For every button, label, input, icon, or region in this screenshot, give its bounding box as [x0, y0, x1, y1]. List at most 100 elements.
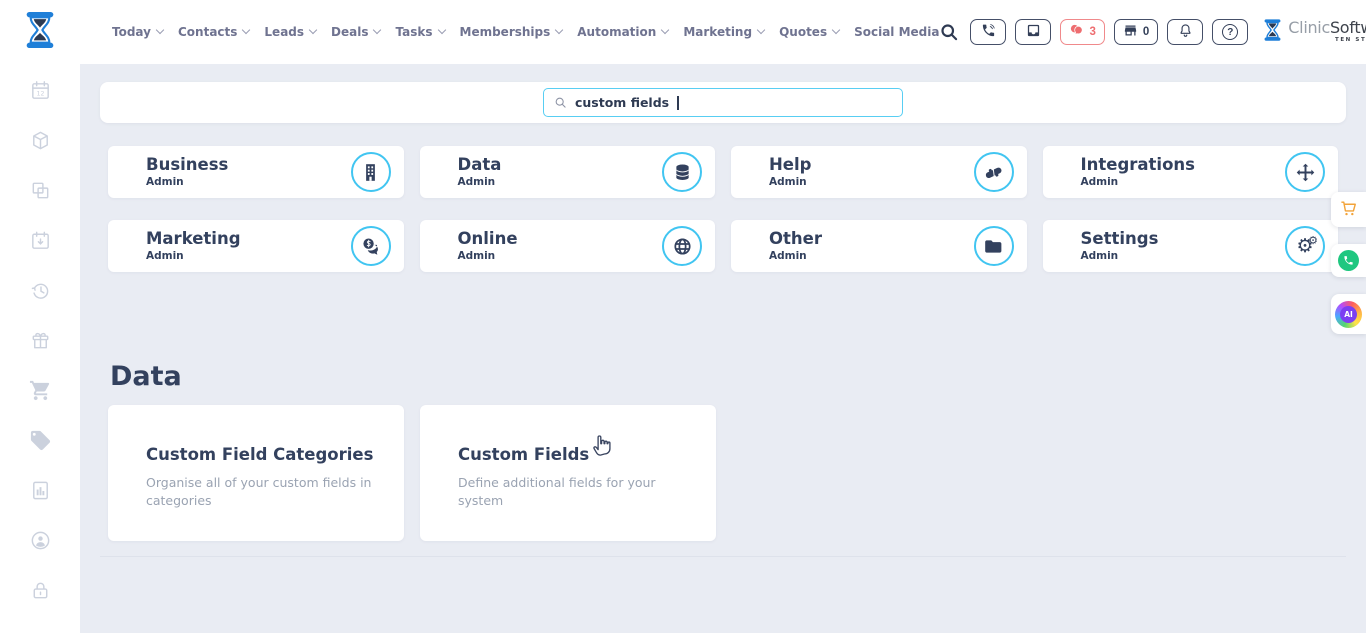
- whatsapp-icon: [1338, 250, 1359, 271]
- brand-tagline: TEN STEPS AHEAD: [1288, 38, 1366, 44]
- calendar-import-icon[interactable]: [29, 229, 52, 252]
- category-subtitle: Admin: [769, 176, 811, 188]
- result-title: Custom Fields: [458, 445, 688, 464]
- tags-icon[interactable]: [29, 429, 52, 452]
- copy-icon[interactable]: [29, 179, 52, 202]
- gift-icon[interactable]: [29, 329, 52, 352]
- category-card-business[interactable]: BusinessAdmin: [108, 146, 404, 198]
- nav-item-automation[interactable]: Automation: [577, 25, 668, 39]
- chat-dollar-icon: [351, 226, 391, 266]
- user-circle-icon[interactable]: [29, 529, 52, 552]
- search-value: custom fields: [575, 95, 669, 110]
- category-card-help[interactable]: HelpAdmin: [731, 146, 1027, 198]
- brand-part2: Software: [1330, 18, 1366, 37]
- category-title: Integrations: [1081, 156, 1196, 174]
- clinicsoftware-logo[interactable]: ClinicSoftware.com TEN STEPS AHEAD: [1263, 18, 1366, 46]
- nav-label: Marketing: [683, 25, 752, 39]
- section-divider: [100, 556, 1346, 557]
- chevron-down-icon: [242, 26, 250, 34]
- search-input[interactable]: custom fields: [543, 88, 903, 117]
- chat-count-badge: 3: [1089, 26, 1095, 38]
- chevron-down-icon: [661, 26, 669, 34]
- nav-item-social-media[interactable]: Social Media: [854, 25, 939, 39]
- nav-item-marketing[interactable]: Marketing: [683, 25, 764, 39]
- move-arrows-icon: [1285, 152, 1325, 192]
- database-icon: [662, 152, 702, 192]
- help-button[interactable]: ?: [1212, 19, 1248, 45]
- hourglass-logo-icon: [24, 10, 56, 54]
- nav-item-contacts[interactable]: Contacts: [178, 25, 249, 39]
- chevron-down-icon: [373, 26, 381, 34]
- category-subtitle: Admin: [1081, 250, 1159, 262]
- category-card-marketing[interactable]: MarketingAdmin: [108, 220, 404, 272]
- search-bar-panel: custom fields: [100, 82, 1346, 123]
- result-card-custom-field-categories[interactable]: Custom Field Categories Organise all of …: [108, 405, 404, 541]
- floating-cart-button[interactable]: [1331, 192, 1366, 227]
- category-title: Data: [458, 156, 502, 174]
- nav-label: Today: [112, 25, 151, 39]
- inbox-button[interactable]: [1015, 19, 1051, 45]
- search-field-icon: [554, 96, 567, 109]
- brand-part1: Clinic: [1288, 18, 1330, 37]
- chevron-down-icon: [309, 26, 317, 34]
- category-card-online[interactable]: Online Admin: [420, 220, 716, 272]
- category-subtitle: Admin: [146, 176, 228, 188]
- nav-label: Automation: [577, 25, 656, 39]
- gears-icon: ⚙ ⚙: [1285, 226, 1325, 266]
- cart-orange-icon: [1339, 198, 1359, 222]
- category-subtitle: Admin: [1081, 176, 1196, 188]
- topbar-actions: 3 0 ? ClinicSoftware.com: [939, 15, 1366, 49]
- app-logo[interactable]: [0, 10, 80, 54]
- brand-text: ClinicSoftware.com TEN STEPS AHEAD: [1288, 20, 1366, 44]
- cart-icon[interactable]: [29, 379, 52, 402]
- nav-label: Memberships: [460, 25, 551, 39]
- calendar-icon[interactable]: 12: [29, 79, 52, 102]
- category-subtitle: Admin: [146, 250, 241, 262]
- category-subtitle: Admin: [458, 176, 502, 188]
- category-card-integrations[interactable]: Integrations Admin: [1043, 146, 1339, 198]
- nav-item-memberships[interactable]: Memberships: [460, 25, 563, 39]
- category-title: Online: [458, 230, 518, 248]
- inbox-icon: [1026, 23, 1041, 41]
- nav-item-deals[interactable]: Deals: [331, 25, 380, 39]
- category-subtitle: Admin: [458, 250, 518, 262]
- section-heading: Data: [110, 361, 182, 392]
- package-icon[interactable]: [29, 129, 52, 152]
- nav-item-today[interactable]: Today: [112, 25, 163, 39]
- category-card-data[interactable]: Data Admin: [420, 146, 716, 198]
- category-card-settings[interactable]: Settings Admin ⚙ ⚙: [1043, 220, 1339, 272]
- building-icon: [351, 152, 391, 192]
- chevron-down-icon: [156, 26, 164, 34]
- handshake-icon: [974, 152, 1014, 192]
- chat-bubbles-icon: [1069, 23, 1084, 41]
- ai-assistant-icon: AI: [1335, 301, 1362, 328]
- history-icon[interactable]: [29, 279, 52, 302]
- gear-glyph-small: ⚙: [1308, 235, 1318, 246]
- phone-icon: [981, 23, 996, 41]
- nav-item-quotes[interactable]: Quotes: [779, 25, 839, 39]
- search-icon[interactable]: [939, 22, 959, 42]
- hourglass-logo-small-icon: [1263, 18, 1282, 46]
- text-caret: [677, 96, 679, 110]
- nav-label: Deals: [331, 25, 368, 39]
- nav-label: Contacts: [178, 25, 237, 39]
- report-icon[interactable]: [29, 479, 52, 502]
- result-card-custom-fields[interactable]: Custom Fields Define additional fields f…: [420, 405, 716, 541]
- floating-ai-button[interactable]: AI: [1331, 294, 1366, 334]
- category-card-other[interactable]: OtherAdmin: [731, 220, 1027, 272]
- nav-item-tasks[interactable]: Tasks: [395, 25, 444, 39]
- category-subtitle: Admin: [769, 250, 822, 262]
- left-sidebar: 12: [0, 64, 80, 633]
- lock-icon[interactable]: [29, 579, 52, 602]
- nav-item-leads[interactable]: Leads: [264, 25, 316, 39]
- question-mark-icon: ?: [1222, 24, 1238, 40]
- chevron-down-icon: [555, 26, 563, 34]
- phone-button[interactable]: [970, 19, 1006, 45]
- chat-button[interactable]: 3: [1060, 19, 1104, 45]
- floating-whatsapp-button[interactable]: [1331, 244, 1366, 277]
- store-button[interactable]: 0: [1114, 19, 1158, 45]
- chevron-down-icon: [832, 26, 840, 34]
- notifications-button[interactable]: [1167, 19, 1203, 45]
- category-title: Settings: [1081, 230, 1159, 248]
- ai-label: AI: [1340, 306, 1357, 323]
